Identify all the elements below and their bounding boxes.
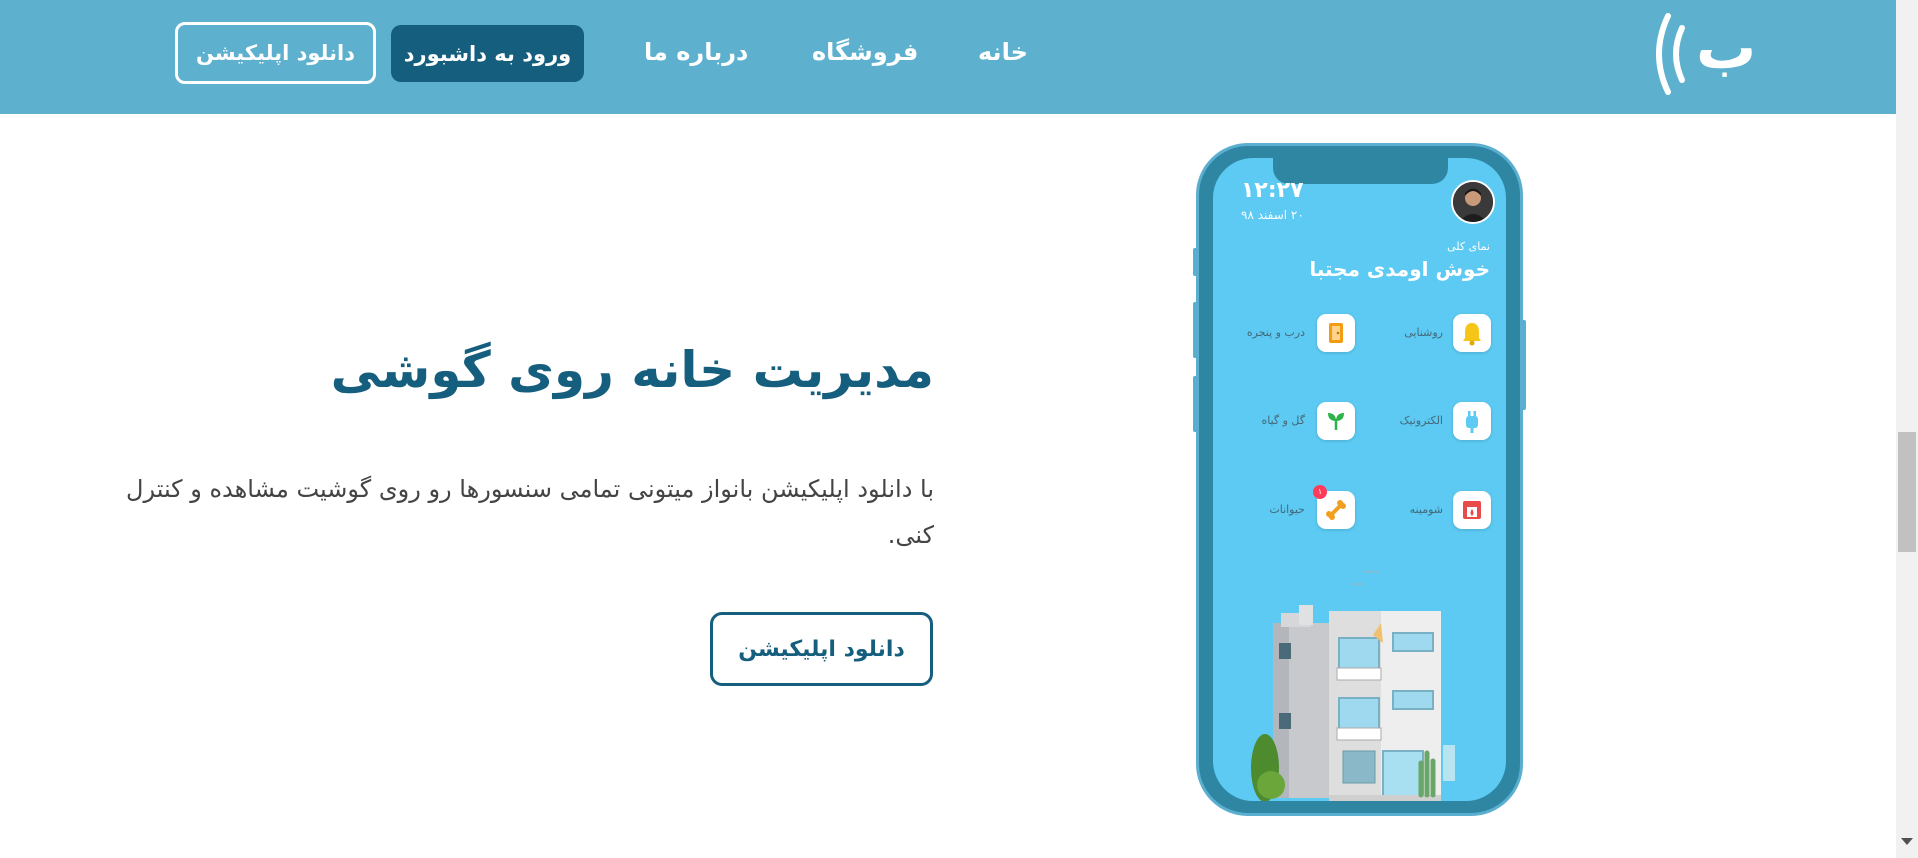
phone-screen: ۱۲:۲۷ ۲۰ اسفند ۹۸ نمای کلی خوش اومدی مجت… <box>1213 158 1506 801</box>
nav-home-link[interactable]: خانه <box>978 32 1028 72</box>
fireplace-icon <box>1463 501 1481 519</box>
device-lighting[interactable]: روشنایی <box>1373 314 1493 354</box>
logo-text: ب <box>1696 13 1756 83</box>
phone-clock: ۱۲:۲۷ <box>1241 178 1304 203</box>
device-label: درب و پنجره <box>1246 326 1305 339</box>
welcome-message: خوش اومدی مجتبا <box>1309 257 1490 281</box>
plug-icon <box>1466 411 1478 433</box>
device-label: شومینه <box>1409 503 1443 516</box>
device-label: الکترونیک <box>1399 414 1443 427</box>
avatar[interactable] <box>1451 180 1495 224</box>
top-navbar: ب خانه فروشگاه درباره ما ورود به داشبورد… <box>0 0 1896 114</box>
notification-badge: ۱ <box>1313 485 1327 499</box>
download-app-nav-button[interactable]: دانلود اپلیکیشن <box>175 22 376 84</box>
phone-date: ۲۰ اسفند ۹۸ <box>1241 208 1304 222</box>
device-plants[interactable]: گل و گیاه <box>1235 402 1355 442</box>
scroll-down-arrow-icon[interactable] <box>1901 838 1913 845</box>
door-icon <box>1329 323 1343 343</box>
logo[interactable]: ب <box>1656 8 1762 100</box>
building-illustration <box>1251 570 1455 801</box>
overview-label: نمای کلی <box>1447 240 1490 253</box>
nav-about-link[interactable]: درباره ما <box>644 32 748 72</box>
device-label: روشنایی <box>1404 326 1443 339</box>
dashboard-login-button[interactable]: ورود به داشبورد <box>391 25 584 82</box>
nav-shop-link[interactable]: فروشگاه <box>812 32 918 72</box>
device-electronics[interactable]: الکترونیک <box>1373 402 1493 442</box>
scrollbar-thumb[interactable] <box>1898 432 1916 552</box>
page-scrollbar[interactable] <box>1896 0 1918 858</box>
phone-mockup: ۱۲:۲۷ ۲۰ اسفند ۹۸ نمای کلی خوش اومدی مجت… <box>1196 143 1523 816</box>
device-label: حیوانات <box>1269 503 1305 516</box>
device-doors-windows[interactable]: درب و پنجره <box>1235 314 1355 354</box>
download-app-hero-button[interactable]: دانلود اپلیکیشن <box>710 612 933 686</box>
hero-description: با دانلود اپلیکیشن بانواز میتونی تمامی س… <box>126 475 934 549</box>
device-fireplace[interactable]: شومینه <box>1373 491 1493 531</box>
plant-icon <box>1328 413 1344 430</box>
device-label: گل و گیاه <box>1261 414 1305 427</box>
device-pets[interactable]: ۱ حیوانات <box>1235 485 1355 531</box>
bell-icon <box>1463 323 1481 346</box>
hero-title: مدیریت خانه روی گوشی <box>330 341 934 399</box>
